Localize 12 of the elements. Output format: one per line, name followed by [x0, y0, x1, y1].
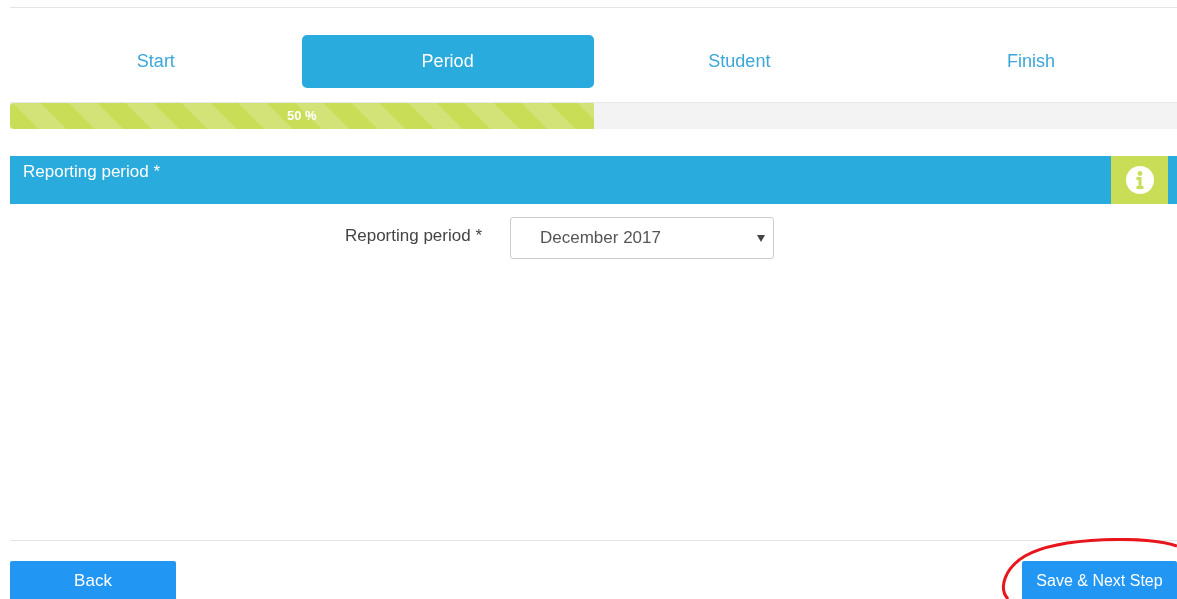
dropdown-caret-icon	[757, 234, 765, 242]
save-next-button[interactable]: Save & Next Step	[1022, 561, 1177, 599]
section-title: Reporting period *	[22, 161, 161, 183]
step-tab[interactable]: Finish	[885, 35, 1177, 88]
progress-label: 50 %	[286, 107, 317, 126]
back-button[interactable]: Back	[10, 561, 176, 599]
step-tab[interactable]: Period	[301, 35, 594, 88]
info-icon[interactable]	[1125, 166, 1154, 194]
period-select[interactable]: December 2017	[510, 217, 774, 259]
step-tab[interactable]: Student	[593, 35, 886, 88]
field-label: Reporting period *	[343, 225, 482, 247]
step-tab[interactable]: Start	[10, 35, 302, 88]
